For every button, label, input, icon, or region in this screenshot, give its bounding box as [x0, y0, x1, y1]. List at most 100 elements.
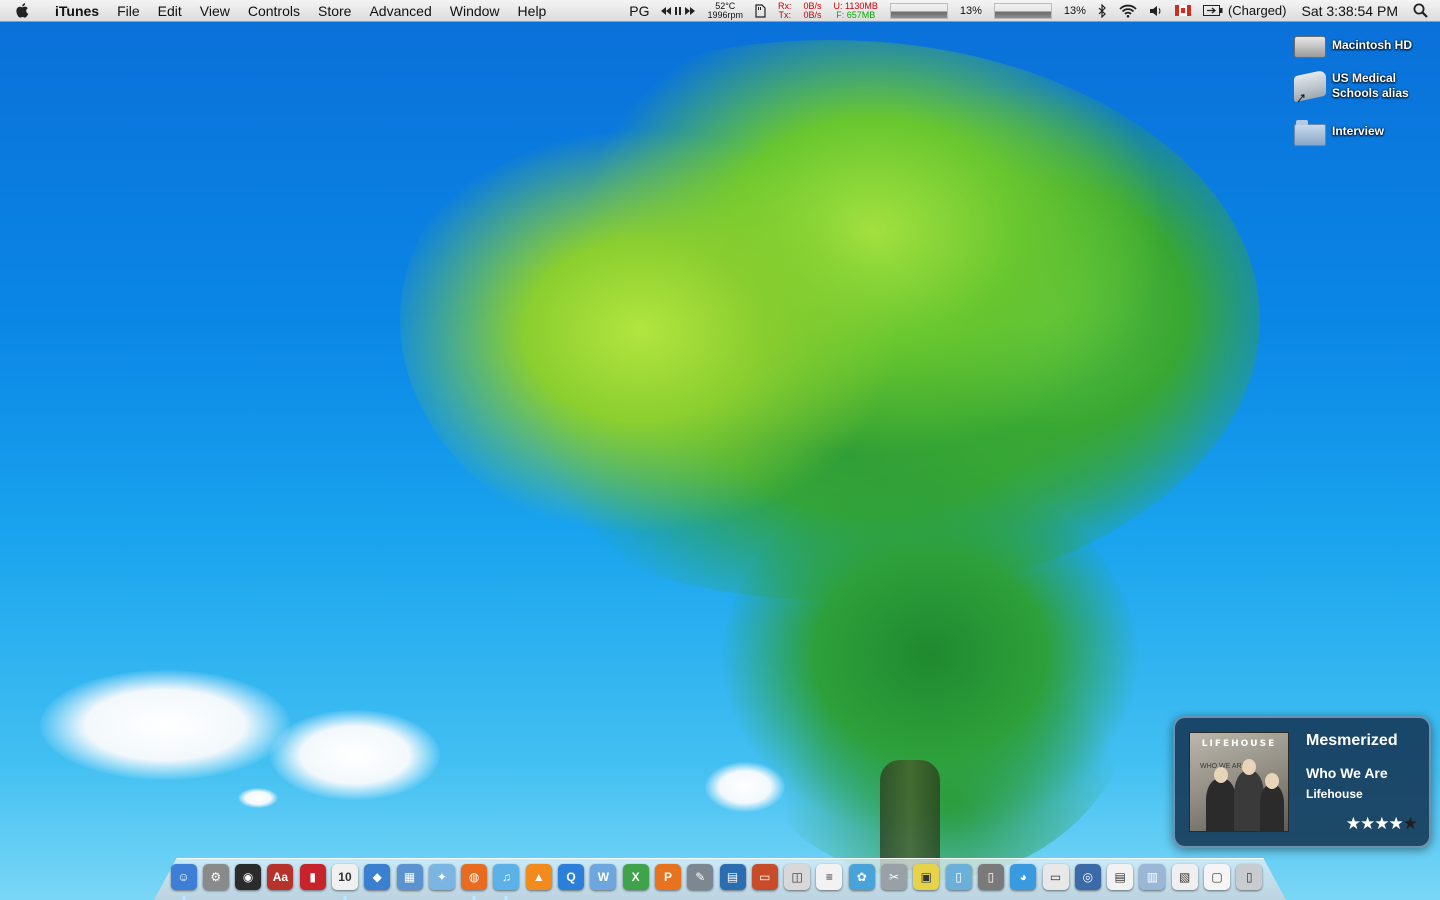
battery-status[interactable]: (Charged): [1197, 3, 1293, 18]
desktop-icon-macintosh-hd[interactable]: Macintosh HD: [1280, 30, 1440, 66]
desktop-icon-label: Macintosh HD: [1332, 38, 1413, 52]
bluetooth-icon[interactable]: [1092, 3, 1113, 18]
dock-item-powerpoint[interactable]: P: [652, 860, 683, 894]
status-pg[interactable]: PG: [623, 3, 655, 19]
word-icon: W: [590, 864, 617, 890]
powerpoint-icon: P: [654, 864, 681, 890]
dock-item-trash-can[interactable]: ▯: [975, 860, 1006, 894]
menu-app-itunes[interactable]: iTunes: [46, 3, 108, 19]
network-monitor[interactable]: Rx: Tx:: [772, 1, 798, 20]
script-editor-icon: ✎: [687, 864, 714, 890]
dock-item-photo-booth[interactable]: ◫: [782, 860, 813, 894]
next-track-icon[interactable]: [685, 6, 696, 15]
dock-item-utility-tool[interactable]: ✂: [879, 860, 910, 894]
dock-item-preview[interactable]: ▦: [394, 860, 425, 894]
menu-clock[interactable]: Sat 3:38:54 PM: [1292, 3, 1407, 19]
sd-card-icon[interactable]: [749, 3, 772, 18]
dock-item-printer[interactable]: ▭: [1040, 860, 1071, 894]
menu-store[interactable]: Store: [309, 3, 360, 19]
desktop-icon-label: Interview: [1332, 124, 1385, 138]
menu-view[interactable]: View: [191, 3, 239, 19]
desktop-icon-interview[interactable]: Interview: [1280, 116, 1440, 152]
dock-item-quicktime[interactable]: Q: [556, 860, 587, 894]
dock-item-dictionary[interactable]: Aa: [265, 860, 296, 894]
running-indicator: [181, 896, 186, 900]
stuffit-icon: ▣: [913, 864, 940, 890]
growl-text: Mesmerized Who We Are Lifehouse ★★★★★: [1289, 732, 1418, 834]
grapher-icon: ▤: [719, 864, 746, 890]
itunes-controls[interactable]: [655, 6, 701, 15]
memory-monitor[interactable]: U: 1130MB F: 657MB: [828, 1, 884, 20]
desktop-icon-us-medical-schools-alias[interactable]: US Medical Schools alias: [1280, 69, 1440, 113]
dock-item-document-stack[interactable]: ▤: [1105, 860, 1136, 894]
preview-icon: ▦: [396, 864, 423, 890]
star-filled-icon: ★: [1345, 814, 1361, 833]
dock-item-finder[interactable]: ☺: [168, 860, 199, 900]
hard-drive-icon: [1294, 36, 1326, 58]
trash-can-icon: ▯: [977, 864, 1004, 890]
menu-file[interactable]: File: [108, 3, 149, 19]
dock-item-dashboard[interactable]: ◉: [233, 860, 264, 894]
network-stack-icon: ◎: [1074, 864, 1101, 890]
wifi-icon[interactable]: [1113, 4, 1143, 18]
menu-controls[interactable]: Controls: [239, 3, 309, 19]
dock-item-textedit[interactable]: ≡: [814, 860, 845, 894]
track-rating-stars: ★★★★★: [1345, 814, 1418, 834]
front-row-icon: ▮: [299, 864, 326, 890]
utility-tool-icon: ✂: [881, 864, 908, 890]
dashboard-icon: ◉: [235, 864, 262, 890]
cpu-percent-2[interactable]: 13%: [1058, 5, 1092, 17]
cpu-graph-1[interactable]: [884, 2, 954, 19]
dock-item-script-editor[interactable]: ✎: [685, 860, 716, 894]
dock-item-itunes[interactable]: ♫: [491, 860, 522, 900]
wallpaper-cloud: [270, 710, 440, 800]
dock-item-vlc[interactable]: ▲: [523, 860, 554, 894]
status-area: PG 52°C 1996rpm Rx: Tx: 0B/s 0B/s U: 113…: [623, 0, 1440, 22]
menu-edit[interactable]: Edit: [149, 3, 191, 19]
menu-window[interactable]: Window: [441, 3, 509, 19]
spotlight-search-icon[interactable]: [1407, 3, 1434, 18]
dock-item-network-stack[interactable]: ◎: [1072, 860, 1103, 894]
itunes-icon: ♫: [493, 864, 520, 890]
dock-item-system-preferences[interactable]: ⚙: [200, 860, 231, 894]
dock-item-trash[interactable]: ▯: [1234, 860, 1265, 894]
menu-help[interactable]: Help: [509, 3, 556, 19]
dock-item-downloads-stack[interactable]: ▥: [1137, 860, 1168, 894]
downloads-stack-icon: ▥: [1139, 864, 1166, 890]
dock-item-bottle[interactable]: ▯: [943, 860, 974, 894]
cpu-percent-1[interactable]: 13%: [954, 5, 988, 17]
apple-menu[interactable]: [0, 2, 46, 19]
dock: ☺ ⚙ ◉ Aa ▮ 10 ◆ ▦ ✦ ◍ ♫ ▲ Q W X P ✎ ▤ ▭ ◫ ≡ ✿ ✂ ▣ ▯ ▯ ◕ ▭ ◎ ▤ ▥ ▧ ▢ ▯: [168, 854, 1276, 900]
bottle-icon: ▯: [945, 864, 972, 890]
dock-item-cyberduck[interactable]: ✿: [846, 860, 877, 894]
dock-item-word[interactable]: W: [588, 860, 619, 894]
pause-icon[interactable]: [673, 6, 683, 15]
dock-item-firefox[interactable]: ◍: [459, 860, 490, 900]
dock-item-keynote[interactable]: ▭: [749, 860, 780, 894]
tx-rate: 0B/s: [803, 9, 822, 20]
safari-icon: ✦: [428, 864, 455, 890]
input-source-canada-flag-icon[interactable]: [1169, 5, 1197, 16]
menu-advanced[interactable]: Advanced: [360, 3, 440, 19]
dock-item-file-stack[interactable]: ▢: [1202, 860, 1233, 894]
dock-item-ical[interactable]: 10: [329, 860, 360, 900]
temperature-monitor[interactable]: 52°C 1996rpm: [701, 1, 749, 20]
desktop-icon-label: US Medical Schools alias: [1332, 71, 1409, 100]
volume-icon[interactable]: [1143, 5, 1169, 17]
dock-item-excel[interactable]: X: [620, 860, 651, 894]
previous-track-icon[interactable]: [661, 6, 672, 15]
star-filled-icon: ★: [1388, 814, 1404, 833]
dock-item-front-row[interactable]: ▮: [297, 860, 328, 894]
dock-item-globe-app[interactable]: ◕: [1008, 860, 1039, 894]
dock-item-grapher[interactable]: ▤: [717, 860, 748, 894]
dock-item-stuffit[interactable]: ▣: [911, 860, 942, 894]
folder-icon: [1294, 120, 1326, 146]
network-rates[interactable]: 0B/s 0B/s: [798, 1, 828, 20]
dock-item-pdf-stack[interactable]: ▧: [1169, 860, 1200, 894]
system-preferences-icon: ⚙: [202, 864, 229, 890]
dock-item-water-drop[interactable]: ◆: [362, 860, 393, 894]
quicktime-icon: Q: [558, 864, 585, 890]
cpu-graph-2[interactable]: [988, 2, 1058, 19]
dock-item-safari[interactable]: ✦: [426, 860, 457, 894]
growl-now-playing-notification[interactable]: LIFEHOUSE WHO WE ARE Mesmerized Who We A…: [1173, 716, 1431, 848]
